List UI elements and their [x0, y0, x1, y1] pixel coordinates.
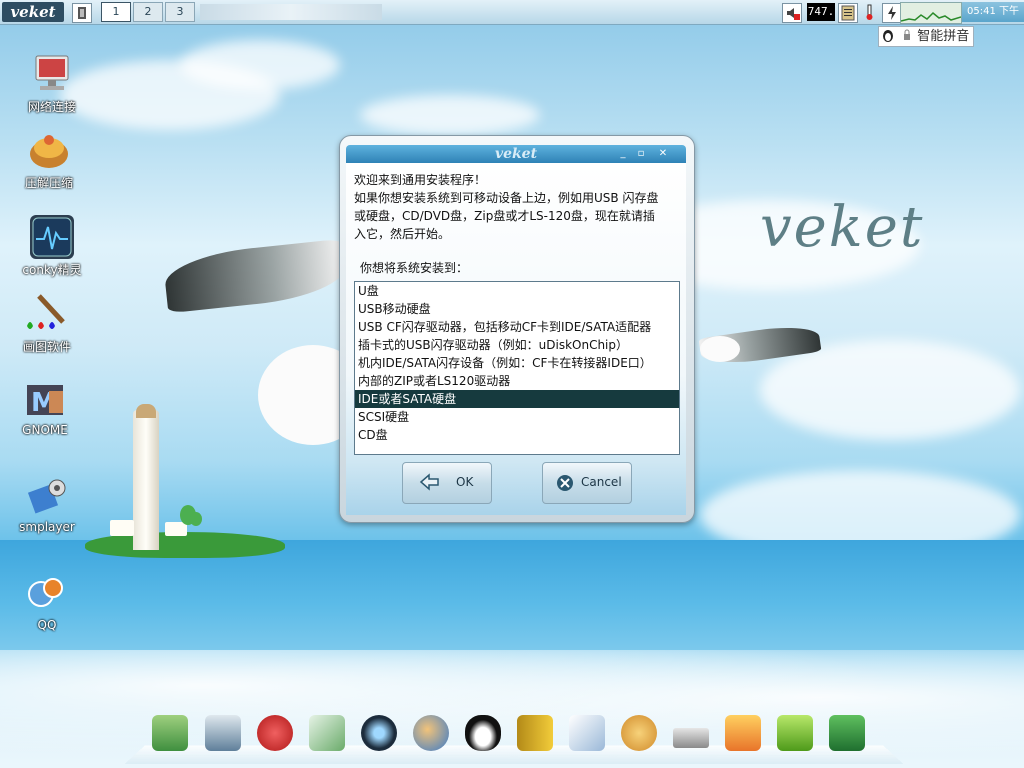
conky-icon [30, 215, 74, 259]
thermometer-icon [860, 3, 878, 21]
close-icon[interactable]: ✕ [656, 147, 670, 160]
install-target-list[interactable]: U盘 USB移动硬盘 USB CF闪存驱动器，包括移动CF卡到IDE/SATA适… [354, 281, 680, 455]
taskbar[interactable] [200, 4, 382, 20]
power-icon[interactable] [882, 3, 902, 23]
clipboard-icon[interactable] [838, 3, 858, 23]
help-icon[interactable] [777, 715, 813, 751]
network-graph [900, 2, 962, 24]
game-icon[interactable] [725, 715, 761, 751]
list-item[interactable]: 机内IDE/SATA闪存设备（例如：CF卡在转接器IDE口） [355, 354, 679, 372]
camera-icon[interactable] [829, 715, 865, 751]
ok-label: OK [456, 475, 474, 489]
penguin-icon [882, 28, 894, 42]
back-arrow-icon [419, 471, 441, 496]
list-item[interactable]: SCSI硬盘 [355, 408, 679, 426]
desktop-icon-archive[interactable]: 压解压缩 [14, 128, 84, 191]
hedgehog-icon[interactable] [257, 715, 293, 751]
desktop-icon-label: smplayer [19, 520, 75, 534]
file-manager-icon[interactable] [152, 715, 188, 751]
desktop-icon-label: GNOME [22, 423, 68, 437]
desktop-icon-paint[interactable]: 画图软件 [12, 292, 82, 355]
ime-label: 智能拼音 [917, 29, 970, 44]
usb-drive-icon[interactable] [673, 728, 709, 748]
workspace-3[interactable]: 3 [165, 2, 195, 22]
list-item-selected[interactable]: IDE或者SATA硬盘 [355, 390, 679, 408]
desktop-icon-label: conky精灵 [22, 263, 82, 277]
clock[interactable]: 05:41 下午 [962, 2, 1024, 22]
cancel-label: Cancel [581, 475, 622, 489]
intro-line: 欢迎来到通用安装程序！ [354, 173, 487, 187]
input-method-indicator[interactable]: 智能拼音 [878, 26, 974, 47]
qq-icon [25, 572, 69, 616]
minimize-icon[interactable]: _ [616, 147, 630, 160]
veket-menu-button[interactable]: veket [2, 2, 64, 22]
maximize-icon[interactable]: ▫ [634, 147, 648, 160]
desktop-icon-smplayer[interactable]: smplayer [12, 474, 82, 534]
gnome-icon: M [23, 377, 67, 421]
desktop-icon-label: 网络连接 [27, 100, 76, 114]
cancel-icon [556, 474, 574, 495]
volume-muted-icon[interactable] [782, 3, 802, 23]
lock-icon [903, 28, 911, 42]
intro-line: 如果你想安装系统到可移动设备上边，例如用USB 闪存盘 [354, 191, 659, 205]
cpu-readout: 747. [807, 3, 835, 21]
dialog-body: 欢迎来到通用安装程序！ 如果你想安装系统到可移动设备上边，例如用USB 闪存盘 … [346, 163, 686, 515]
intro-line: 或硬盘，CD/DVD盘，Zip盘或才LS-120盘，现在就请插 [354, 209, 655, 223]
list-item[interactable]: 插卡式的USB闪存驱动器（例如：uDiskOnChip） [355, 336, 679, 354]
monitor-icon[interactable] [205, 715, 241, 751]
dialog-titlebar[interactable]: veket _ ▫ ✕ [346, 145, 686, 163]
chart-icon[interactable] [569, 715, 605, 751]
list-item[interactable]: U盘 [355, 282, 679, 300]
users-icon[interactable] [413, 715, 449, 751]
desktop-icon-network[interactable]: 网络连接 [17, 52, 87, 115]
archive-icon [27, 128, 71, 172]
list-item[interactable]: 内部的ZIP或者LS120驱动器 [355, 372, 679, 390]
intro-text: 欢迎来到通用安装程序！ 如果你想安装系统到可移动设备上边，例如用USB 闪存盘 … [354, 171, 679, 243]
paint-icon [25, 292, 69, 336]
smplayer-icon [25, 474, 69, 518]
cancel-button[interactable]: Cancel [542, 462, 632, 504]
desktop-icon-label: 画图软件 [22, 340, 71, 354]
editor-icon[interactable] [309, 715, 345, 751]
list-item[interactable]: USB移动硬盘 [355, 300, 679, 318]
desktop-icon-qq[interactable]: QQ [12, 572, 82, 632]
show-desktop-icon[interactable] [72, 3, 92, 23]
desktop-icon-label: QQ [37, 618, 57, 632]
penguin-icon[interactable] [465, 715, 501, 751]
top-panel: veket 1 2 3 747. 05:41 下午 [0, 0, 1024, 25]
desktop-icon-conky[interactable]: conky精灵 [17, 215, 87, 278]
palette-icon[interactable] [621, 715, 657, 751]
media-icon[interactable] [361, 715, 397, 751]
workspace-2[interactable]: 2 [133, 2, 163, 22]
list-item[interactable]: USB CF闪存驱动器，包括移动CF卡到IDE/SATA适配器 [355, 318, 679, 336]
lighthouse [133, 410, 159, 550]
intro-line: 入它，然后开始。 [354, 227, 451, 241]
ok-button[interactable]: OK [402, 462, 492, 504]
desktop-icon-gnome[interactable]: M GNOME [10, 377, 80, 437]
workspace-1[interactable]: 1 [101, 2, 131, 22]
wallpaper-logo: veket [760, 195, 925, 260]
desktop-icon-label: 压解压缩 [24, 176, 73, 190]
network-icon [30, 52, 74, 96]
book-icon[interactable] [517, 715, 553, 751]
install-target-prompt: 你想将系统安装到： [360, 261, 469, 275]
list-item[interactable]: CD盘 [355, 426, 679, 444]
